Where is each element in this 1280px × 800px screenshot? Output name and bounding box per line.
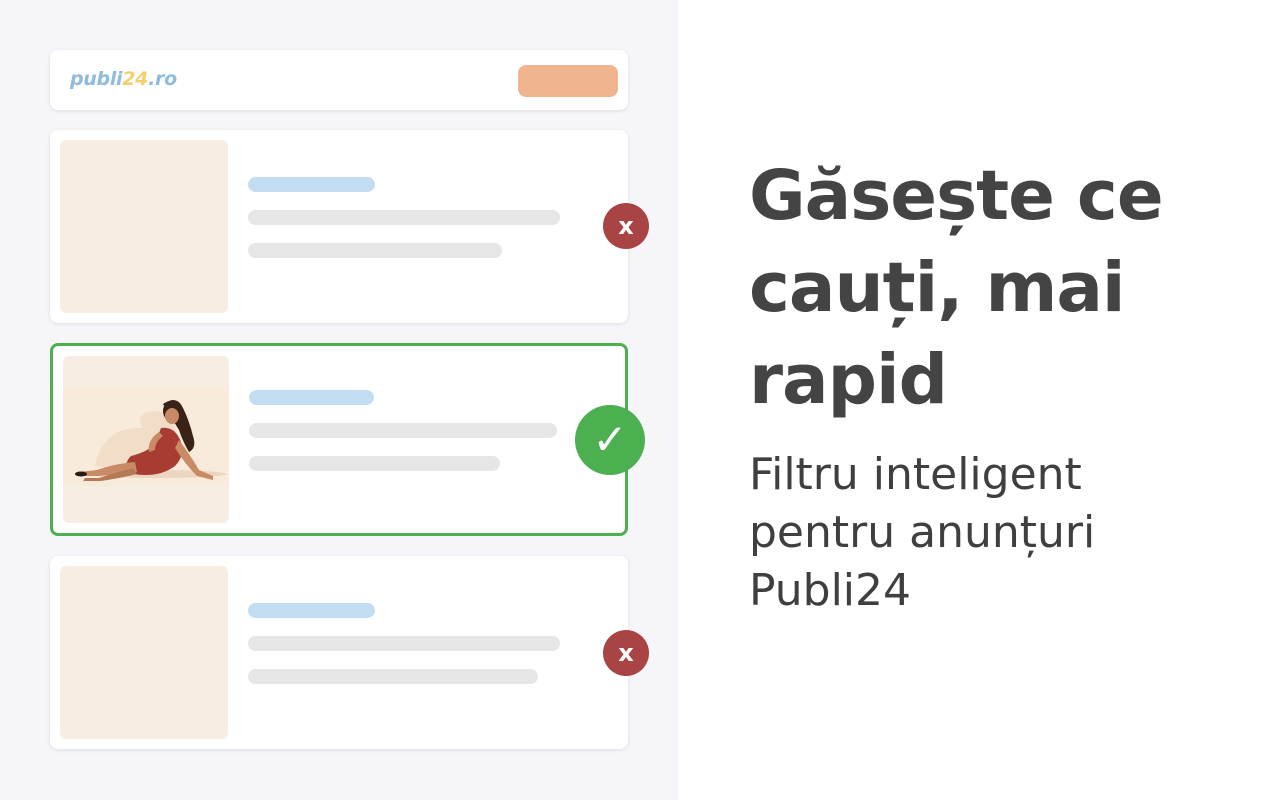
check-mark-icon: ✓ <box>575 405 645 475</box>
listing-title-placeholder <box>248 177 375 192</box>
listing-text-placeholder <box>248 636 560 651</box>
header-action-button[interactable] <box>518 65 618 97</box>
listing-text-placeholder <box>248 669 538 684</box>
site-header: publi24.ro <box>50 50 628 110</box>
listing-title-placeholder <box>249 390 374 405</box>
reclining-woman-illustration <box>63 356 229 523</box>
listing-text-placeholder <box>249 423 557 438</box>
hero-subheadline: Filtru inteligent pentru anunțuri Publi2… <box>749 446 1249 620</box>
listing-title-placeholder <box>248 603 375 618</box>
x-mark-icon: x <box>603 630 649 676</box>
listing-text-placeholder <box>249 456 500 471</box>
listing-thumbnail <box>63 356 229 523</box>
subheadline-line: Publi24 <box>749 565 912 616</box>
listing-card-rejected-1[interactable] <box>50 130 628 323</box>
listing-thumbnail-placeholder <box>60 140 228 313</box>
subheadline-line: Filtru inteligent <box>749 449 1082 500</box>
hero-headline: Găsește ce cauți, mai rapid <box>749 150 1249 426</box>
listing-card-rejected-2[interactable] <box>50 556 628 749</box>
listing-text-placeholder <box>248 210 560 225</box>
headline-line: rapid <box>749 340 948 420</box>
listing-card-selected[interactable] <box>50 343 628 536</box>
publi24-logo[interactable]: publi24.ro <box>70 68 177 90</box>
headline-line: cauți, mai <box>749 248 1126 328</box>
subheadline-line: pentru anunțuri <box>749 507 1096 558</box>
x-mark-icon: x <box>603 203 649 249</box>
headline-line: Găsește ce <box>749 156 1164 236</box>
listing-text-placeholder <box>248 243 502 258</box>
listing-thumbnail-placeholder <box>60 566 228 739</box>
